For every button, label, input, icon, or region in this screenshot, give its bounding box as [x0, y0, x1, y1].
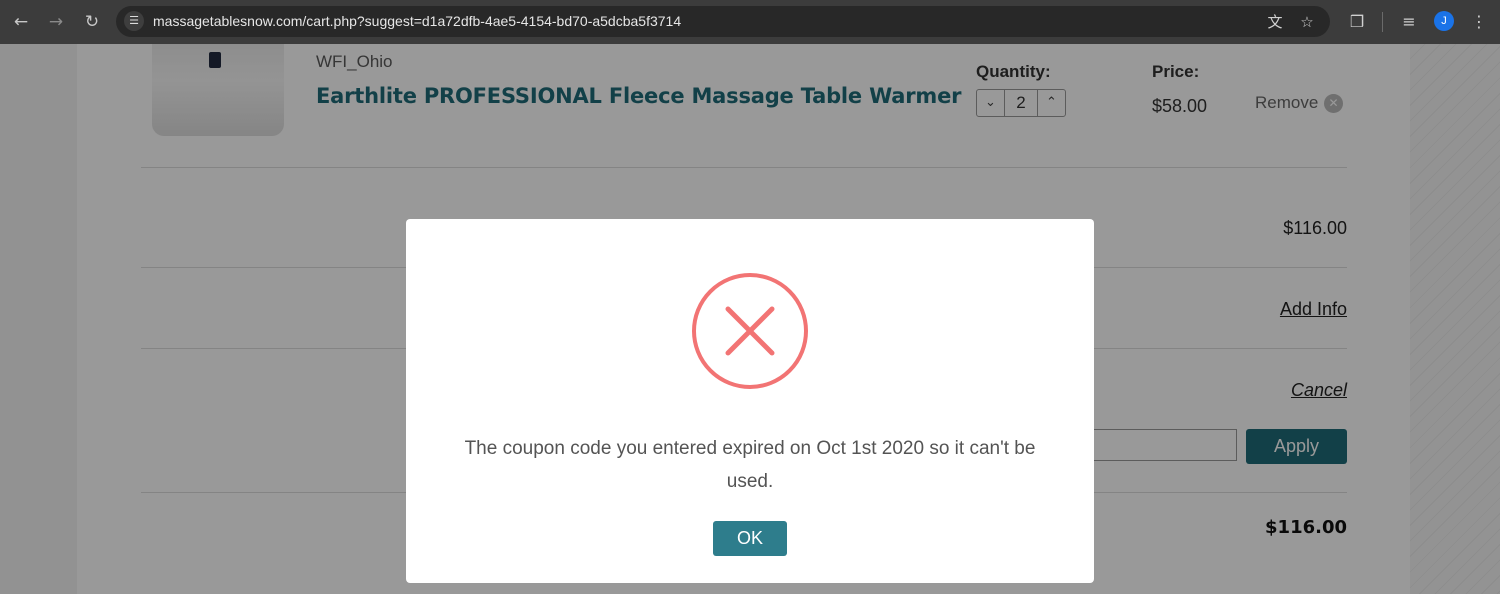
profile-avatar[interactable]: J	[1434, 11, 1454, 31]
reload-icon[interactable]: ↻	[80, 10, 104, 34]
coupon-error-dialog: The coupon code you entered expired on O…	[406, 219, 1094, 583]
forward-icon[interactable]: →	[44, 10, 68, 34]
ok-button[interactable]: OK	[713, 521, 787, 556]
menu-icon[interactable]: ⋮	[1467, 10, 1491, 34]
extensions-icon[interactable]: ❒	[1345, 10, 1369, 34]
bookmark-star-icon[interactable]: ☆	[1296, 11, 1318, 33]
site-info-icon[interactable]: ☰	[124, 11, 144, 31]
reading-list-icon[interactable]: ≡	[1397, 10, 1421, 34]
browser-toolbar: ← → ↻ ☰ massagetablesnow.com/cart.php?su…	[0, 0, 1500, 44]
back-icon[interactable]: ←	[9, 10, 33, 34]
address-bar[interactable]: ☰ massagetablesnow.com/cart.php?suggest=…	[116, 6, 1330, 37]
url-text[interactable]: massagetablesnow.com/cart.php?suggest=d1…	[153, 13, 681, 29]
dialog-message: The coupon code you entered expired on O…	[464, 438, 1036, 492]
translate-icon[interactable]: 文	[1264, 11, 1286, 33]
toolbar-separator	[1382, 12, 1383, 32]
error-x-icon	[692, 273, 808, 389]
